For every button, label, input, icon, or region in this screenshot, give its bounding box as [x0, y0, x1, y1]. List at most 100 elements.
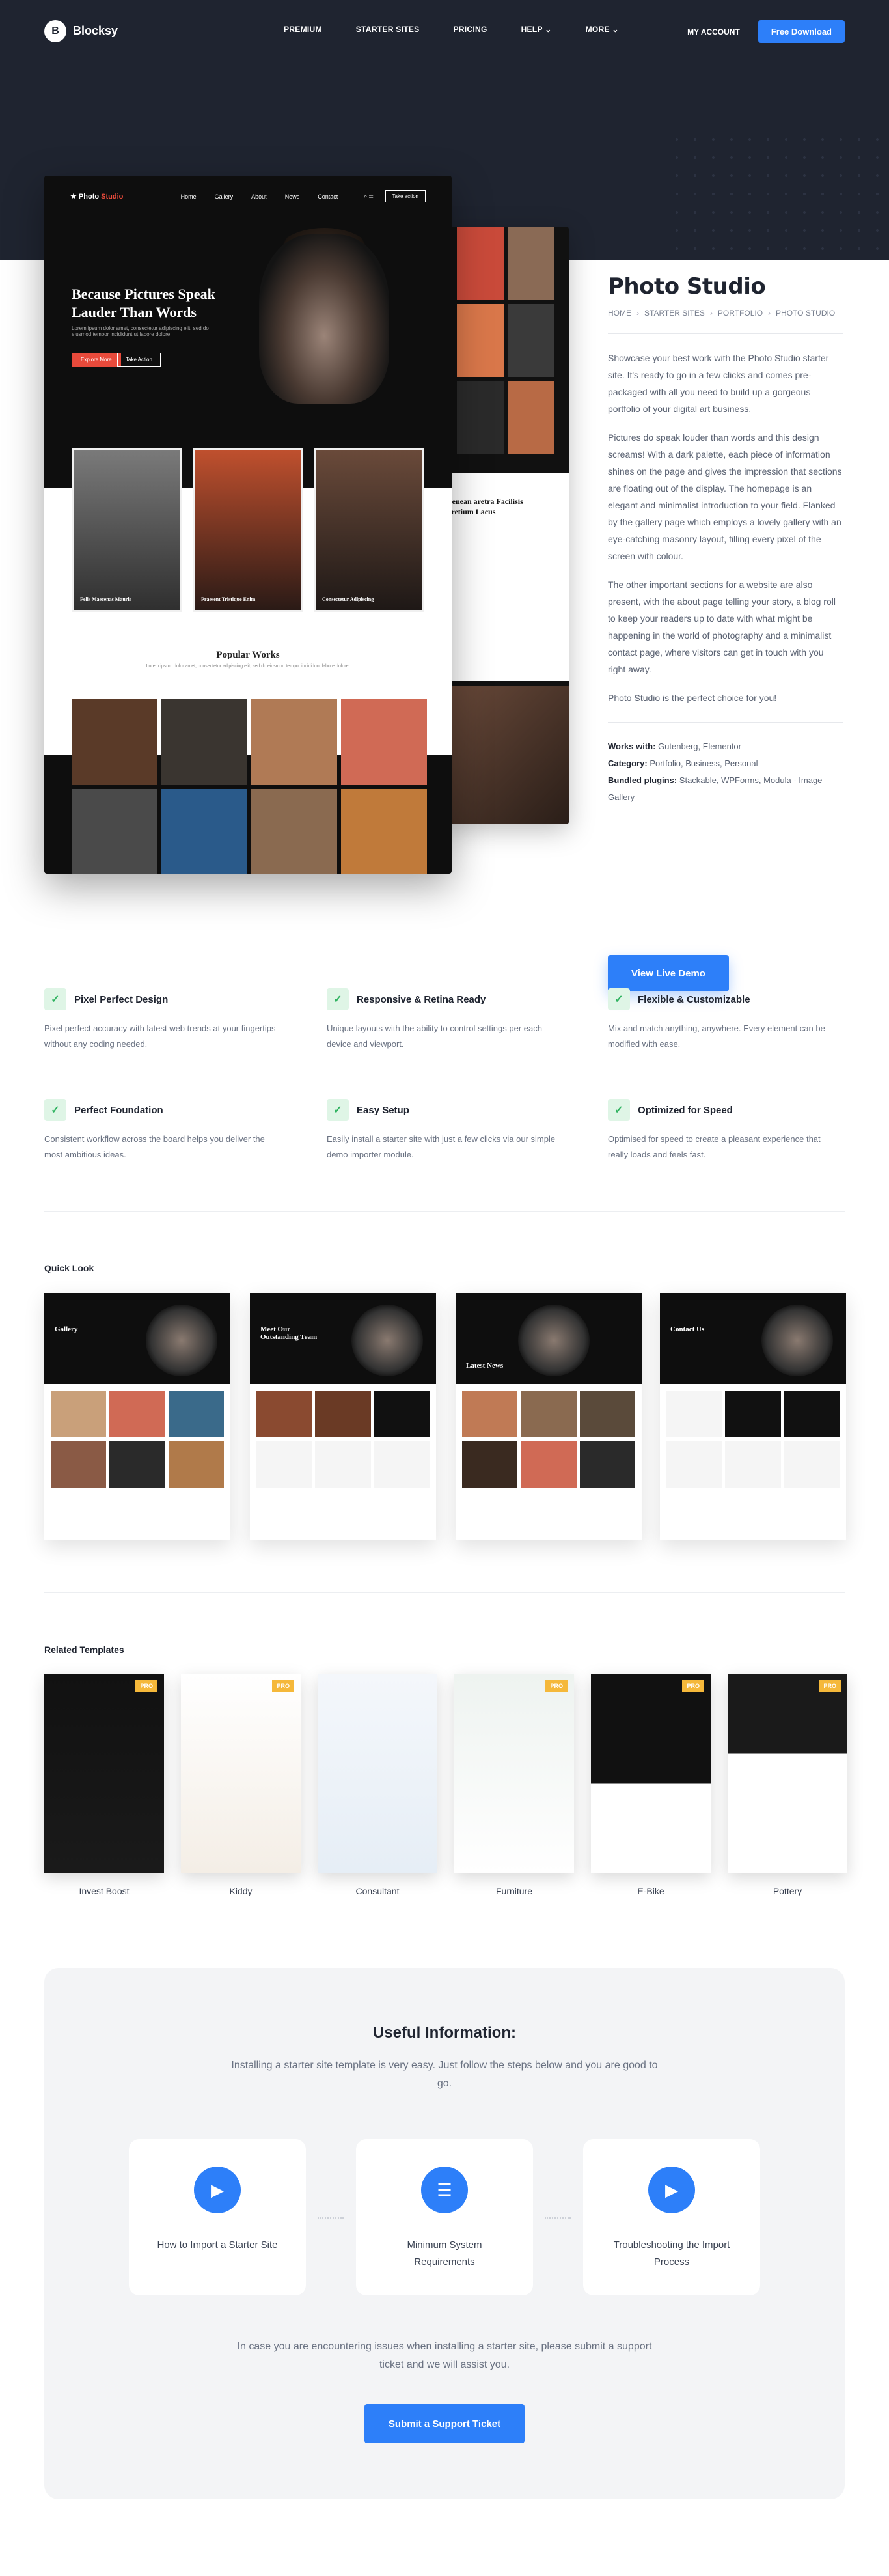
- homepage-preview: ★ Photo Studio Home Gallery About News C…: [44, 176, 452, 874]
- pro-badge: PRO: [272, 1680, 294, 1692]
- template-details: Photo Studio HOME › STARTER SITES › PORTFO…: [608, 273, 843, 806]
- feature-foundation: ✓ Perfect Foundation Consistent workflow a…: [44, 1099, 279, 1163]
- hero-title: Because Pictures Speak Lauder Than Words: [72, 286, 215, 320]
- logo[interactable]: B Blocksy: [44, 20, 118, 42]
- check-icon: ✓: [608, 1099, 630, 1121]
- hero-subtitle: Lorem ipsum dolor amet, consectetur adip…: [72, 325, 209, 337]
- nav-more[interactable]: MORE ⌄: [586, 25, 619, 34]
- featured-card: Felis Maecenas Mauris: [72, 448, 182, 612]
- preview-white-section: Aenean aretra Facilisis Pretium Lacus: [443, 473, 569, 681]
- free-download-button[interactable]: Free Download: [758, 20, 845, 43]
- template-furniture[interactable]: PRO Furniture: [454, 1674, 574, 1896]
- pro-badge: PRO: [135, 1680, 157, 1692]
- template-kiddy[interactable]: PRO Kiddy: [181, 1674, 301, 1896]
- check-icon: ✓: [44, 1099, 66, 1121]
- list-icon: ☰: [421, 2167, 468, 2213]
- site-header: B Blocksy PREMIUM STARTER SITES PRICING …: [0, 0, 889, 62]
- popular-works-title: Popular Works: [216, 650, 280, 660]
- gallery-image: [251, 789, 337, 874]
- feature-flexible: ✓ Flexible & Customizable Mix and match an…: [608, 988, 842, 1052]
- info-card-troubleshooting[interactable]: ▶ Troubleshooting the Import Process: [583, 2139, 760, 2295]
- hero-explore-button: Explore More: [72, 353, 121, 367]
- mock-nav-link: Gallery: [214, 193, 234, 200]
- feature-easy-setup: ✓ Easy Setup Easily install a starter site…: [327, 1099, 561, 1163]
- gallery-image: [251, 699, 337, 785]
- template-meta: Works with: Gutenberg, Elementor Categor…: [608, 738, 843, 806]
- mock-search-icon: ⌕ ☰: [364, 193, 374, 199]
- template-invest-boost[interactable]: PRO Invest Boost: [44, 1674, 164, 1896]
- popular-works-subtitle: Lorem ipsum dolor amet, consectetur adip…: [146, 664, 350, 669]
- pro-badge: PRO: [819, 1680, 841, 1692]
- useful-information: Useful Information: Installing a starter…: [44, 1968, 845, 2499]
- submit-ticket-button[interactable]: Submit a Support Ticket: [364, 2404, 525, 2443]
- quick-look-gallery[interactable]: Gallery: [44, 1293, 230, 1540]
- gallery-image: [161, 789, 247, 874]
- gallery-image: [457, 303, 504, 378]
- connector: [545, 2217, 571, 2219]
- inner-page-preview: Aenean aretra Facilisis Pretium Lacus: [443, 227, 569, 824]
- my-account-link[interactable]: MY ACCOUNT: [687, 27, 740, 36]
- quick-look-team[interactable]: Meet Our Outstanding Team: [250, 1293, 436, 1540]
- support-note: In case you are encountering issues when…: [237, 2341, 652, 2370]
- check-icon: ✓: [327, 988, 349, 1010]
- play-icon: ▶: [648, 2167, 695, 2213]
- gallery-image: [341, 789, 427, 874]
- preview-heading: Aenean aretra Facilisis Pretium Lacus: [446, 497, 523, 516]
- description-paragraph: Photo Studio is the perfect choice for y…: [608, 693, 777, 703]
- featured-card: Praesent Tristique Enim: [193, 448, 303, 612]
- mock-nav-link: About: [251, 193, 267, 200]
- gallery-image: [508, 227, 554, 300]
- featured-card: Consectetur Adipiscing: [314, 448, 424, 612]
- info-card-requirements[interactable]: ☰ Minimum System Requirements: [356, 2139, 533, 2295]
- hero-portrait: [259, 234, 389, 404]
- related-templates-title: Related Templates: [44, 1644, 124, 1655]
- mock-brand: ★ Photo Studio: [70, 193, 124, 201]
- info-subtitle: Installing a starter site template is ve…: [231, 2060, 658, 2089]
- check-icon: ✓: [44, 988, 66, 1010]
- meta-plugins: Bundled plugins: Stackable, WPForms, Mod…: [608, 775, 823, 802]
- chevron-down-icon: ⌄: [545, 25, 552, 34]
- breadcrumb-home[interactable]: HOME: [608, 309, 631, 318]
- meta-works-with: Works with: Gutenberg, Elementor: [608, 741, 741, 751]
- description-paragraph: The other important sections for a websi…: [608, 579, 836, 674]
- mock-nav-link: News: [284, 193, 300, 200]
- info-title: Useful Information:: [373, 2024, 516, 2042]
- pro-badge: PRO: [545, 1680, 568, 1692]
- mock-nav-button: Take action: [385, 190, 426, 202]
- logo-mark-icon: B: [44, 20, 66, 42]
- nav-starter-sites[interactable]: STARTER SITES: [356, 25, 420, 34]
- breadcrumb-portfolio[interactable]: PORTFOLIO: [718, 309, 763, 318]
- breadcrumb: HOME › STARTER SITES › PORTFOLIO › PHOTO ST…: [608, 309, 836, 318]
- divider: [44, 1592, 845, 1593]
- chevron-down-icon: ⌄: [612, 25, 619, 34]
- gallery-image: [72, 699, 157, 785]
- gallery-image: [508, 381, 554, 454]
- template-e-bike[interactable]: PRO E-Bike: [591, 1674, 711, 1896]
- nav-premium[interactable]: PREMIUM: [284, 25, 322, 34]
- mock-nav: ★ Photo Studio Home Gallery About News C…: [70, 190, 426, 202]
- description-paragraph: Showcase your best work with the Photo S…: [608, 353, 829, 414]
- breadcrumb-current: PHOTO STUDIO: [776, 309, 836, 318]
- gallery-image: [161, 699, 247, 785]
- feature-speed: ✓ Optimized for Speed Optimised for speed …: [608, 1099, 842, 1163]
- template-consultant[interactable]: Consultant: [318, 1674, 437, 1896]
- quick-look-contact[interactable]: Contact Us: [660, 1293, 846, 1540]
- dot-pattern: [668, 130, 889, 260]
- quick-look-news[interactable]: Latest News: [456, 1293, 642, 1540]
- preview-gallery: [457, 227, 554, 454]
- hero-action-button: Take Action: [117, 353, 161, 367]
- description-paragraph: Pictures do speak louder than words and …: [608, 432, 842, 561]
- divider: [44, 1211, 845, 1212]
- quick-look-title: Quick Look: [44, 1263, 94, 1273]
- breadcrumb-starter-sites[interactable]: STARTER SITES: [644, 309, 705, 318]
- view-live-demo-button[interactable]: View Live Demo: [608, 955, 729, 991]
- nav-pricing[interactable]: PRICING: [453, 25, 487, 34]
- main-nav: PREMIUM STARTER SITES PRICING HELP ⌄ MOR…: [284, 25, 619, 34]
- info-card-import[interactable]: ▶ How to Import a Starter Site: [129, 2139, 306, 2295]
- feature-pixel-perfect: ✓ Pixel Perfect Design Pixel perfect accur…: [44, 988, 279, 1052]
- template-pottery[interactable]: PRO Pottery: [728, 1674, 847, 1896]
- nav-help[interactable]: HELP ⌄: [521, 25, 552, 34]
- mock-nav-link: Contact: [318, 193, 338, 200]
- check-icon: ✓: [608, 988, 630, 1010]
- gallery-image: [72, 789, 157, 874]
